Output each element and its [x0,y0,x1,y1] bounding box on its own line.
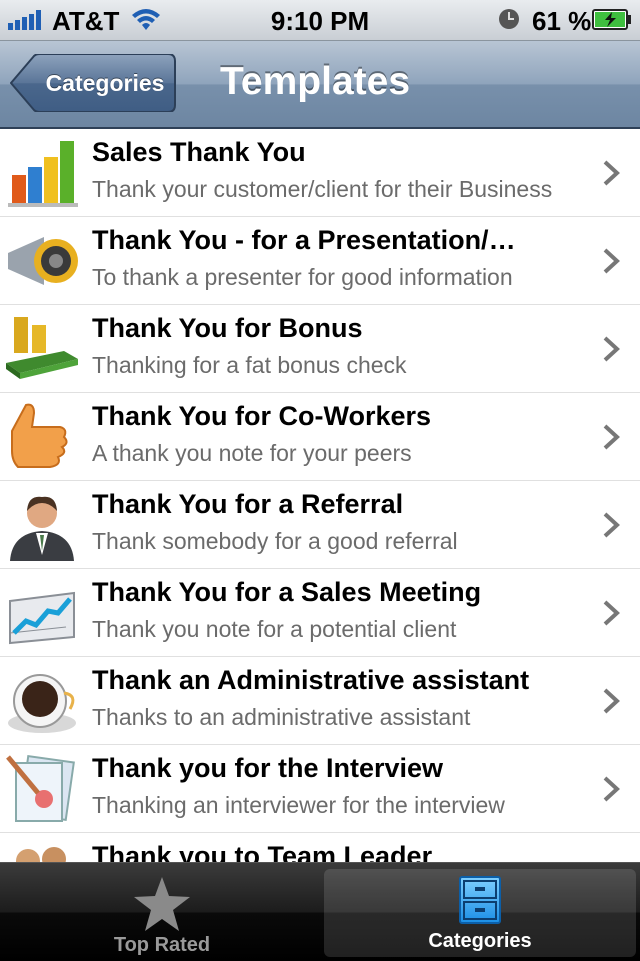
item-subtitle: Thank you note for a potential client [92,616,457,642]
navigation-bar: Categories Templates [0,41,640,129]
list-item[interactable]: Thank You for a Referral Thank somebody … [0,481,640,569]
coffee-cup-icon [8,674,76,733]
alarm-clock-icon [499,9,519,29]
item-subtitle: Thanking an interviewer for the intervie… [92,792,505,818]
item-title: Thank You for Co-Workers [92,401,432,431]
documents-icon [6,754,75,822]
item-title: Thank you for the Interview [92,753,444,783]
back-button[interactable]: Categories [10,54,176,112]
businessman-icon [10,496,74,561]
list-item[interactable]: Thank an Administrative assistant Thanks… [0,657,640,745]
item-subtitle: Thank your customer/client for their Bus… [92,176,553,202]
list-item[interactable]: Thank You - for a Presentation/… To than… [0,217,640,305]
list-item[interactable]: Thank You for Bonus Thanking for a fat b… [0,305,640,393]
money-icon [6,317,78,379]
item-title: Sales Thank You [92,137,306,167]
item-subtitle: Thanking for a fat bonus check [92,352,407,378]
item-title: Thank an Administrative assistant [92,665,530,695]
list-item[interactable]: Sales Thank You Thank your customer/clie… [0,129,640,217]
line-chart-icon [9,591,75,645]
page-title: Templates [220,60,411,103]
tab-categories[interactable]: Categories [324,869,636,957]
chevron-right-icon [603,336,620,362]
item-title: Thank you to Team Leader [92,841,433,862]
item-title: Thank You for Bonus [92,313,363,343]
status-bar: AT&T 9:10 PM 61 % [0,0,640,41]
item-subtitle: A thank you note for your peers [92,440,412,466]
tab-label: Categories [428,930,532,952]
back-button-label: Categories [45,70,165,96]
tab-label: Top Rated [113,934,211,956]
cabinet-icon [459,876,501,924]
item-subtitle: To thank a presenter for good informatio… [92,264,513,290]
battery-icon [592,9,631,30]
tab-bar: Top Rated Categories [0,862,640,961]
item-title: Thank You for a Referral [92,489,404,519]
star-icon [134,877,190,931]
chevron-right-icon [603,424,620,450]
chevron-right-icon [603,600,620,626]
list-item[interactable]: Thank you for the Interview Thanking an … [0,745,640,833]
item-subtitle: Thanks to an administrative assistant [92,704,471,730]
chevron-right-icon [603,512,620,538]
list-item[interactable]: Thank You for a Sales Meeting Thank you … [0,569,640,657]
template-list: Sales Thank You Thank your customer/clie… [0,129,640,862]
battery-percentage: 61 % [532,6,592,36]
item-title: Thank You for a Sales Meeting [92,577,482,607]
bar-chart-icon [8,141,78,207]
item-title: Thank You - for a Presentation/… [92,225,516,255]
thumbs-up-icon [11,403,68,468]
chevron-right-icon [603,688,620,714]
chevron-right-icon [603,160,620,186]
list-item[interactable]: Thank You for Co-Workers A thank you not… [0,393,640,481]
megaphone-icon [8,237,78,285]
item-subtitle: Thank somebody for a good referral [92,528,458,554]
list-item[interactable]: Thank you to Team Leader [0,833,640,862]
tab-top-rated[interactable]: Top Rated [6,863,318,961]
chevron-right-icon [603,248,620,274]
chevron-right-icon [603,776,620,802]
team-icon [16,847,66,862]
